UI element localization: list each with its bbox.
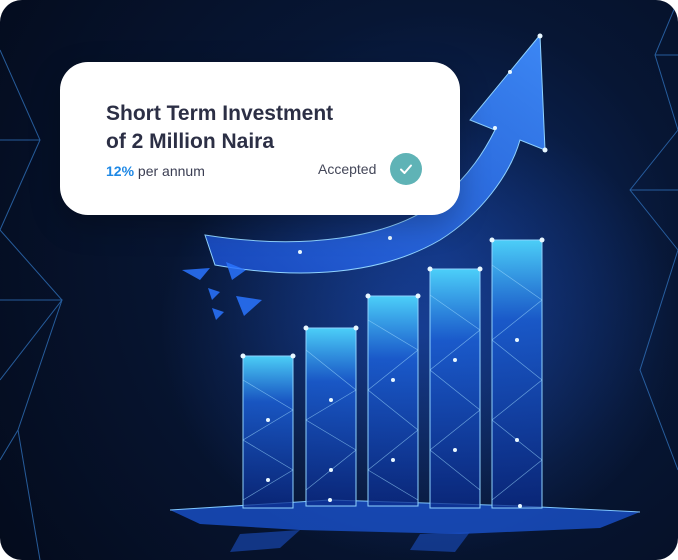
check-icon bbox=[400, 164, 412, 174]
card-title: Short Term Investment of 2 Million Naira bbox=[106, 100, 366, 156]
chart-bar-2 bbox=[305, 327, 357, 507]
left-polygon-lines bbox=[0, 49, 63, 560]
status-label: Accepted bbox=[318, 161, 377, 177]
investment-card-frame: Short Term Investment of 2 Million Naira… bbox=[0, 0, 678, 560]
investment-card: Short Term Investment of 2 Million Naira… bbox=[60, 62, 460, 215]
rate-value: 12% bbox=[106, 163, 135, 179]
accepted-badge bbox=[390, 153, 422, 185]
card-title-line2: of 2 Million Naira bbox=[106, 130, 275, 153]
card-title-line1: Short Term Investment bbox=[106, 102, 334, 125]
chart-bar-4 bbox=[429, 268, 481, 509]
interest-rate: 12% per annum bbox=[106, 162, 205, 180]
rate-suffix: per annum bbox=[137, 163, 205, 179]
